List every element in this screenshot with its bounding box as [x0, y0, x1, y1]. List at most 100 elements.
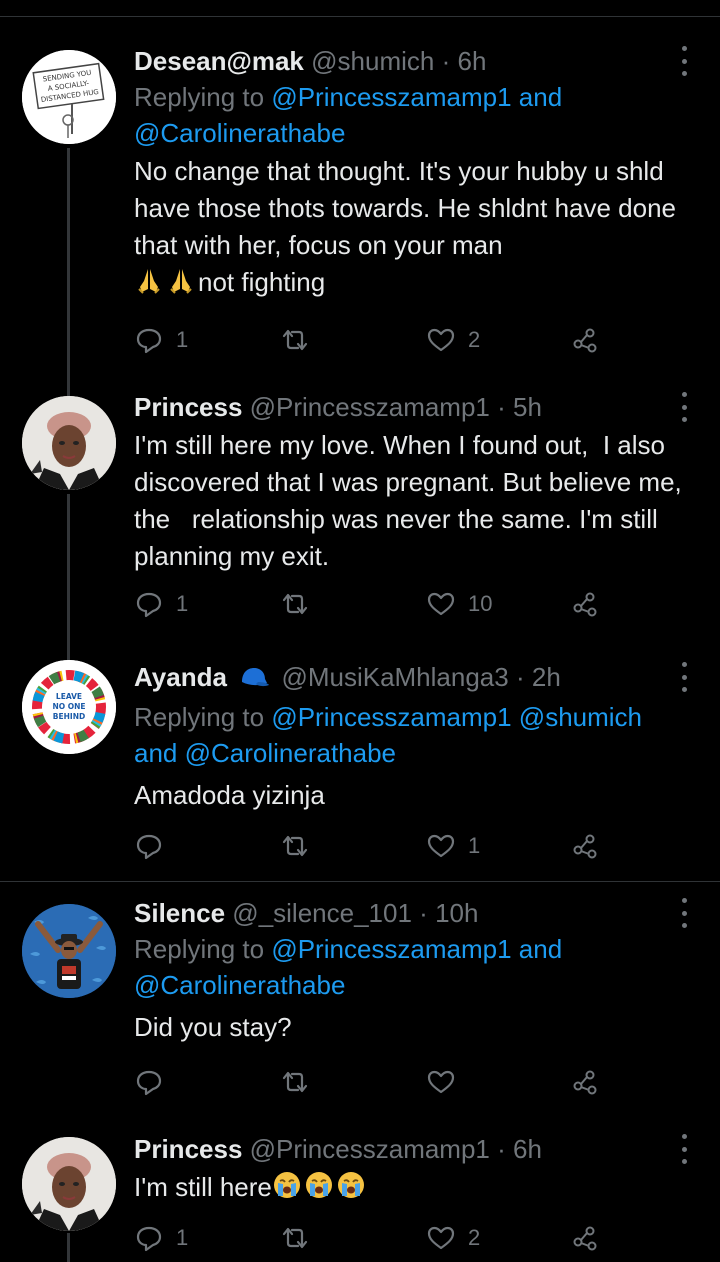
share-button[interactable]	[570, 1218, 600, 1258]
like-icon	[427, 592, 455, 616]
reply-icon	[136, 1226, 162, 1252]
retweet-icon	[282, 1071, 308, 1093]
tweet-text: Did you stay?	[134, 1012, 292, 1042]
thread-line	[67, 148, 70, 396]
more-options-icon[interactable]	[674, 392, 694, 422]
reply-icon	[136, 328, 162, 354]
retweet-icon	[282, 1227, 308, 1249]
display-name[interactable]: Ayanda	[134, 662, 227, 692]
retweet-button[interactable]	[280, 320, 310, 360]
tweet-text-main: No change that thought. It's your hubby …	[134, 156, 684, 260]
reply-button[interactable]: 1	[134, 1218, 188, 1258]
tweet-actions	[134, 1062, 614, 1102]
mention-link[interactable]: @Carolinerathabe	[134, 118, 345, 148]
replying-prefix: Replying to	[134, 934, 272, 964]
like-icon	[427, 834, 455, 858]
user-handle[interactable]: @MusiKaMhlanga3	[281, 662, 508, 692]
avatar[interactable]	[22, 904, 116, 998]
mention-link[interactable]: @Princesszamamp1	[271, 702, 511, 732]
tweet-actions: 1	[134, 826, 614, 866]
reply-button[interactable]: 1	[134, 584, 188, 624]
mention-link[interactable]: @shumich	[519, 702, 642, 732]
replying-and[interactable]: and	[134, 738, 185, 768]
like-count: 1	[468, 833, 481, 858]
avatar[interactable]	[22, 396, 116, 490]
tweet-text: Amadoda yizinja	[134, 780, 325, 810]
share-button[interactable]	[570, 1062, 600, 1102]
avatar-logo-text: LEAVE	[56, 692, 82, 701]
replying-to: Replying to @Princesszamamp1 and @Caroli…	[134, 931, 694, 1003]
reply-button[interactable]	[134, 826, 164, 866]
share-icon	[573, 834, 597, 859]
share-button[interactable]	[570, 320, 600, 360]
timestamp[interactable]: 6h	[457, 46, 486, 76]
share-icon	[573, 1070, 597, 1095]
like-button[interactable]: 2	[426, 320, 480, 360]
reply-icon	[136, 592, 162, 618]
like-count: 10	[468, 591, 493, 616]
share-icon	[573, 1226, 597, 1251]
avatar-logo-text: BEHIND	[53, 712, 85, 721]
more-options-icon[interactable]	[674, 1134, 694, 1164]
like-icon	[427, 1070, 455, 1094]
tweet-header: Silence @_silence_101 · 10h	[134, 895, 694, 931]
like-button[interactable]: 10	[426, 584, 492, 624]
like-icon	[427, 328, 455, 352]
timestamp[interactable]: 10h	[435, 898, 478, 928]
retweet-icon	[282, 329, 308, 351]
retweet-icon	[282, 835, 308, 857]
more-options-icon[interactable]	[674, 46, 694, 76]
tweet-text: I'm still here my love. When I found out…	[134, 430, 697, 571]
like-button[interactable]: 2	[426, 1218, 480, 1258]
timestamp[interactable]: 2h	[532, 662, 561, 692]
like-button[interactable]	[426, 1062, 456, 1102]
tweet-header: Princess @Princesszamamp1 · 5h	[134, 389, 694, 425]
tweet-actions: 1 2	[134, 1218, 614, 1258]
separator-dot: ·	[497, 392, 506, 422]
avatar[interactable]	[22, 1137, 116, 1231]
replying-prefix: Replying to	[134, 82, 272, 112]
reply-count: 1	[176, 591, 189, 616]
reply-button[interactable]: 1	[134, 320, 188, 360]
timestamp[interactable]: 6h	[513, 1134, 542, 1164]
user-handle[interactable]: @Princesszamamp1	[250, 392, 490, 422]
retweet-button[interactable]	[280, 1062, 310, 1102]
display-name[interactable]: Desean@mak	[134, 46, 304, 76]
like-count: 2	[468, 1225, 481, 1250]
retweet-button[interactable]	[280, 584, 310, 624]
avatar[interactable]: LEAVE NO ONE BEHIND	[22, 660, 116, 754]
replying-and[interactable]: and	[512, 934, 562, 964]
blue-cap-badge-icon	[238, 663, 270, 699]
share-button[interactable]	[570, 826, 600, 866]
user-handle[interactable]: @shumich	[311, 46, 434, 76]
separator-dot: ·	[441, 46, 451, 76]
retweet-button[interactable]	[280, 1218, 310, 1258]
tweet-header: Desean@mak @shumich · 6h	[134, 43, 694, 79]
loudly-crying-face-emoji-icon	[272, 1170, 302, 1210]
share-icon	[573, 592, 597, 617]
more-options-icon[interactable]	[674, 662, 694, 692]
mention-link[interactable]: @Princesszamamp1	[271, 934, 511, 964]
display-name[interactable]: Princess	[134, 392, 242, 422]
reply-button[interactable]	[134, 1062, 164, 1102]
share-button[interactable]	[570, 584, 600, 624]
separator-dot: ·	[419, 898, 428, 928]
replying-and[interactable]: and	[512, 82, 562, 112]
like-button[interactable]: 1	[426, 826, 480, 866]
reply-count: 1	[176, 327, 189, 352]
user-handle[interactable]: @_silence_101	[232, 898, 412, 928]
retweet-icon	[282, 593, 308, 615]
mention-link[interactable]: @Carolinerathabe	[185, 738, 396, 768]
display-name[interactable]: Silence	[134, 898, 225, 928]
display-name[interactable]: Princess	[134, 1134, 242, 1164]
tweet-text-tail: not fighting	[198, 267, 326, 297]
mention-link[interactable]: @Carolinerathabe	[134, 970, 345, 1000]
more-options-icon[interactable]	[674, 898, 694, 928]
avatar[interactable]: SENDING YOU A SOCIALLY- DISTANCED HUG	[22, 50, 116, 144]
timestamp[interactable]: 5h	[513, 392, 542, 422]
reply-count: 1	[176, 1225, 189, 1250]
top-divider	[0, 16, 720, 17]
user-handle[interactable]: @Princesszamamp1	[250, 1134, 490, 1164]
mention-link[interactable]: @Princesszamamp1	[271, 82, 511, 112]
retweet-button[interactable]	[280, 826, 310, 866]
